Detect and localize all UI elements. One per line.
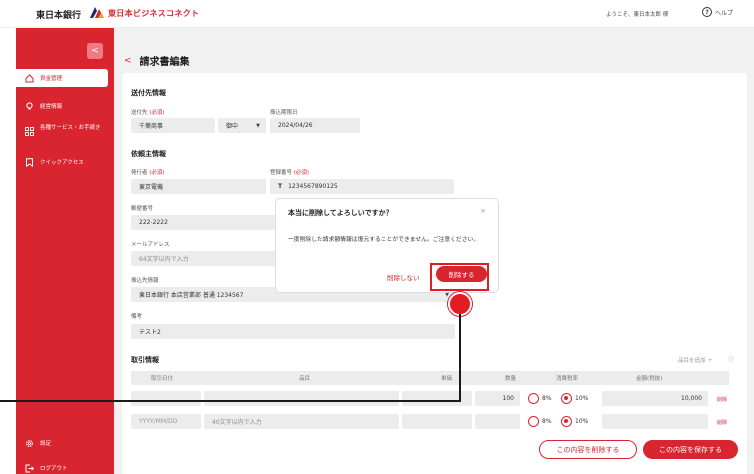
home-icon	[24, 73, 34, 83]
gear-icon	[24, 438, 34, 448]
zip-input[interactable]: 222-2222	[131, 215, 281, 230]
recipient-label: 送付先 (必須)	[131, 110, 165, 116]
registration-input[interactable]: T 1234567890125	[270, 179, 454, 194]
issuer-label: 発行者 (必須)	[131, 170, 165, 176]
bank-name: 東日本銀行	[36, 11, 82, 21]
back-icon[interactable]: <	[124, 56, 132, 66]
email-label: メールアドレス	[131, 242, 170, 248]
callout-line-horizontal	[0, 400, 461, 402]
sidebar-item-management[interactable]: 経営情報	[16, 100, 114, 112]
callout-highlight-box	[430, 263, 489, 291]
quantity-input[interactable]	[475, 414, 520, 429]
issuer-input[interactable]: 東京電機	[131, 179, 266, 194]
transactions-section-title: 取引情報	[131, 356, 159, 364]
honorific-select[interactable]: 御中 ▼	[218, 118, 266, 133]
page-header: < 請求書編集	[124, 53, 190, 69]
column-header: 単価	[441, 376, 453, 382]
sidebar-item-label: 経営情報	[40, 104, 63, 110]
sidebar-item-label: 各種サービス・お手続き	[40, 125, 101, 131]
sidebar-item-label: 資金管理	[40, 76, 63, 82]
item-input[interactable]	[204, 391, 399, 406]
lightbulb-icon	[24, 101, 34, 111]
zip-label: 郵便番号	[131, 206, 154, 212]
tax-10-label: 10%	[575, 418, 589, 425]
sidebar-item-services[interactable]: 各種サービス・お手続き	[16, 124, 114, 142]
sidebar-item-funds[interactable]: 資金管理	[16, 69, 108, 87]
delete-content-button[interactable]: この内容を削除する	[539, 440, 637, 459]
help-button[interactable]: ? ヘルプ	[702, 7, 733, 17]
note-input[interactable]: テスト2	[131, 324, 455, 339]
dialog-title: 本当に削除してよろしいですか？	[288, 209, 393, 217]
page-title: 請求書編集	[139, 57, 190, 68]
chevron-down-icon: ▼	[445, 291, 449, 298]
sidebar-item-settings[interactable]: 設定	[16, 437, 114, 449]
date-input[interactable]	[131, 391, 201, 406]
tax-10-radio[interactable]	[561, 393, 572, 404]
add-item-button[interactable]: 品目を追加 ＋	[678, 356, 713, 364]
bookmark-icon	[24, 157, 34, 167]
help-icon: ?	[702, 7, 712, 17]
sidebar-item-quick-access[interactable]: クイックアクセス	[16, 156, 114, 168]
tax-10-radio[interactable]	[561, 416, 572, 427]
sidebar-item-label: ログアウト	[40, 466, 68, 472]
due-date-label: 振込期限日	[270, 110, 298, 116]
transactions-table-header: 取引日付 品目 単価 数量 消費税率 金額(税抜)	[131, 371, 729, 385]
column-header: 金額(税抜)	[636, 376, 663, 382]
sidebar-item-label: 設定	[40, 441, 52, 447]
price-input[interactable]	[402, 414, 472, 429]
date-input[interactable]: YYYY/MM/DD	[131, 414, 201, 429]
help-label: ヘルプ	[715, 9, 734, 17]
amount-input[interactable]: 10,000	[602, 391, 708, 406]
dialog-cancel-button[interactable]: 削除しない	[387, 272, 420, 282]
tax-8-radio[interactable]	[528, 416, 539, 427]
column-header: 取引日付	[151, 376, 174, 382]
sidebar: < 資金管理 経営情報 各種サービス・お手続き クイックアクセス 設定 ログアウ…	[16, 28, 114, 474]
callout-marker	[448, 292, 472, 316]
recipient-section-title: 送付先情報	[131, 89, 166, 97]
email-input[interactable]: 64文字以内で入力	[131, 251, 281, 266]
bank-logo-icon	[90, 7, 104, 18]
note-label: 備考	[131, 314, 143, 320]
dialog-message: 一度削除した請求額情報は復元することができません。ご注意ください。	[288, 237, 480, 243]
close-icon[interactable]: ×	[480, 207, 486, 215]
delete-row-link[interactable]: 削除	[717, 396, 727, 403]
help-circle-icon[interactable]: ⓘ	[728, 355, 734, 364]
grid-icon	[24, 126, 34, 136]
requester-section-title: 依頼主情報	[131, 150, 166, 158]
callout-line-vertical	[459, 314, 461, 402]
sidebar-collapse-button[interactable]: <	[87, 43, 103, 59]
due-date-input[interactable]: 2024/04/26	[270, 118, 360, 133]
tax-10-label: 10%	[575, 395, 589, 402]
tax-8-radio[interactable]	[528, 393, 539, 404]
column-header: 数量	[505, 376, 517, 382]
welcome-text: ようこそ、東日本太郎 様	[606, 12, 669, 18]
tax-8-label: 8%	[542, 418, 552, 425]
logout-icon	[24, 463, 34, 473]
registration-prefix: T	[278, 183, 283, 190]
sidebar-item-label: クイックアクセス	[40, 160, 84, 166]
amount-input[interactable]	[602, 414, 708, 429]
item-input[interactable]: 40文字以内で入力	[204, 414, 399, 429]
service-name: 東日本ビジネスコネクト	[108, 9, 200, 18]
recipient-input[interactable]: 千葉商事	[131, 118, 215, 133]
registration-label: 登録番号 (必須)	[270, 170, 310, 176]
delete-row-link[interactable]: 削除	[717, 419, 727, 426]
column-header: 品目	[299, 376, 311, 382]
quantity-input[interactable]: 100	[475, 391, 520, 406]
chevron-down-icon: ▼	[256, 122, 260, 129]
price-input[interactable]	[402, 391, 472, 406]
tax-8-label: 8%	[542, 395, 552, 402]
column-header: 消費税率	[556, 376, 579, 382]
bank-label: 振込先情報	[131, 278, 159, 284]
save-content-button[interactable]: この内容を保存する	[643, 440, 738, 459]
sidebar-item-logout[interactable]: ログアウト	[16, 462, 114, 474]
chevron-left-icon: <	[91, 46, 99, 56]
top-bar: 東日本銀行 東日本ビジネスコネクト ようこそ、東日本太郎 様 ? ヘルプ	[0, 0, 754, 28]
